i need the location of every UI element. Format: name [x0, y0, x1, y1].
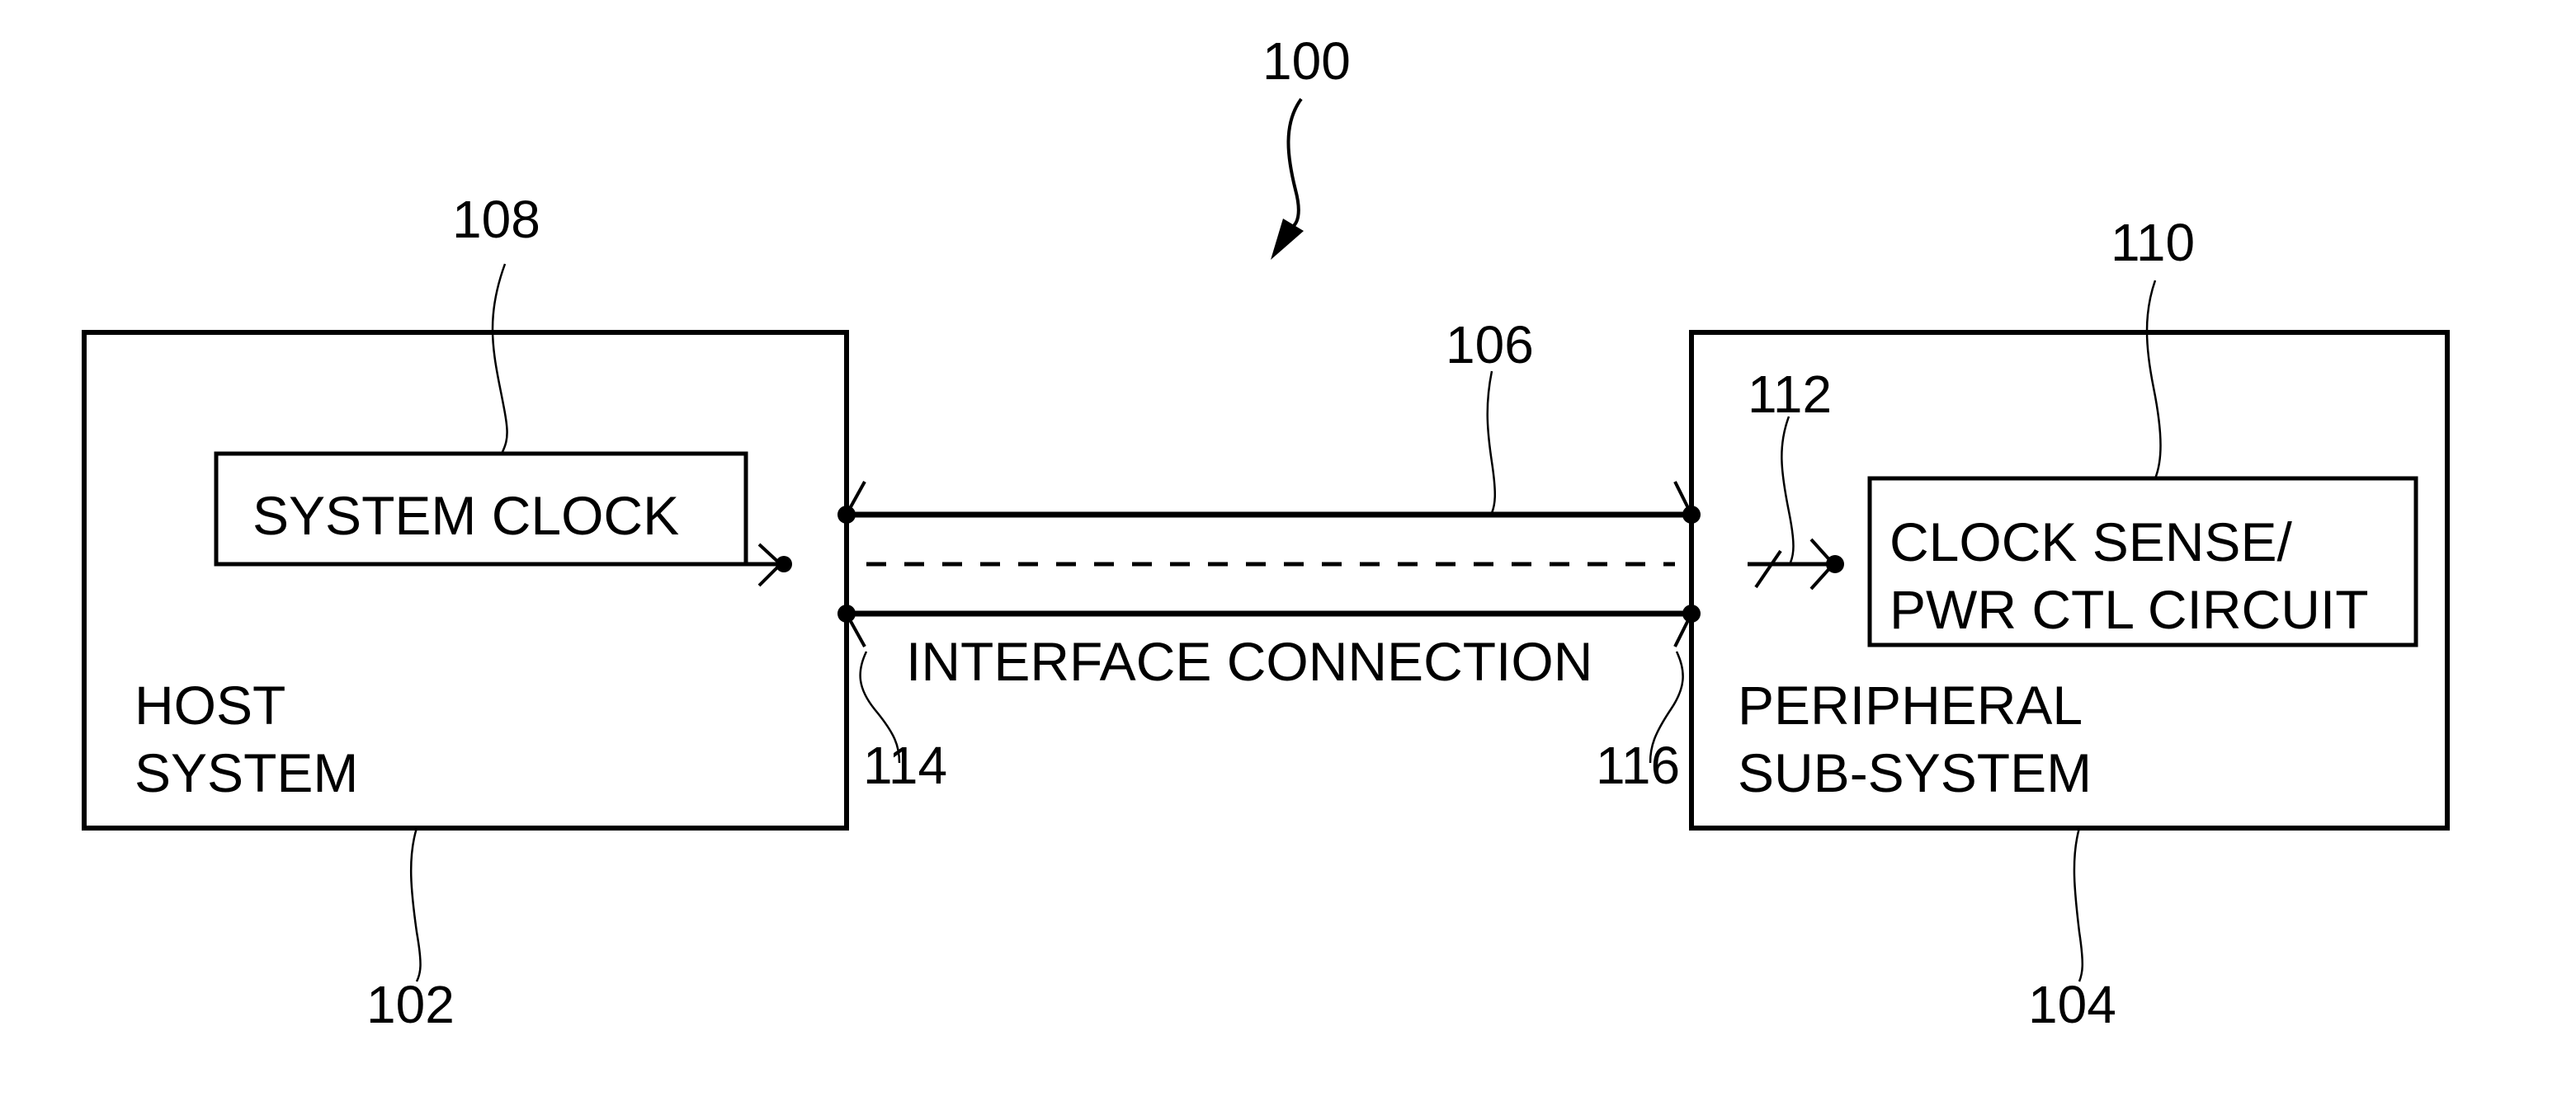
clock-sense-leader [2145, 280, 2162, 479]
peripheral-label-line2: SUB-SYSTEM [1738, 742, 2092, 803]
host-system-block: HOST SYSTEM SYSTEM CLOCK [82, 330, 849, 831]
system-clock-reference: 108 [452, 190, 540, 249]
clock-output-node [776, 556, 792, 572]
block-diagram: 100 HOST SYSTEM SYSTEM CLOCK 108 102 INT… [82, 31, 2450, 1034]
peripheral-reference: 104 [2028, 975, 2116, 1034]
clock-input-reference: 112 [1748, 365, 1832, 424]
figure-reference-leader [1286, 97, 1303, 229]
interface-connection-label: INTERFACE CONNECTION [906, 631, 1592, 692]
terminal-mark-bottom-right [1673, 616, 1691, 647]
figure-reference-label: 100 [1262, 31, 1351, 91]
clock-sense-label-line2: PWR CTL CIRCUIT [1890, 579, 2369, 640]
peripheral-label-line1: PERIPHERAL [1738, 675, 2083, 736]
terminal-114-reference: 114 [863, 736, 947, 795]
figure-arrowhead-icon [1271, 219, 1304, 260]
interface-node-bottom-left [837, 605, 856, 623]
terminal-mark-top-left [847, 481, 866, 512]
clock-input-bus-mark [1754, 549, 1782, 589]
clock-sense-reference: 110 [2111, 213, 2195, 272]
host-system-reference: 102 [366, 975, 455, 1034]
interface-node-top-left [837, 506, 856, 524]
host-system-label-line2: SYSTEM [134, 742, 358, 803]
terminal-mark-top-right [1673, 481, 1691, 512]
terminal-116-reference: 116 [1596, 736, 1680, 795]
clock-sense-label-line1: CLOCK SENSE/ [1890, 511, 2292, 572]
clock-input-leader [1781, 416, 1795, 563]
terminal-mark-bottom-left [847, 616, 866, 647]
interface-reference: 106 [1446, 315, 1534, 374]
system-clock-leader [491, 263, 508, 454]
host-system-leader [409, 827, 422, 982]
system-clock-label: SYSTEM CLOCK [252, 485, 679, 546]
interface-leader [1486, 370, 1496, 514]
clock-input-node [1826, 555, 1844, 573]
interface-connection: INTERFACE CONNECTION [837, 481, 1701, 692]
peripheral-leader [2073, 827, 2083, 982]
host-system-label-line1: HOST [134, 675, 285, 736]
